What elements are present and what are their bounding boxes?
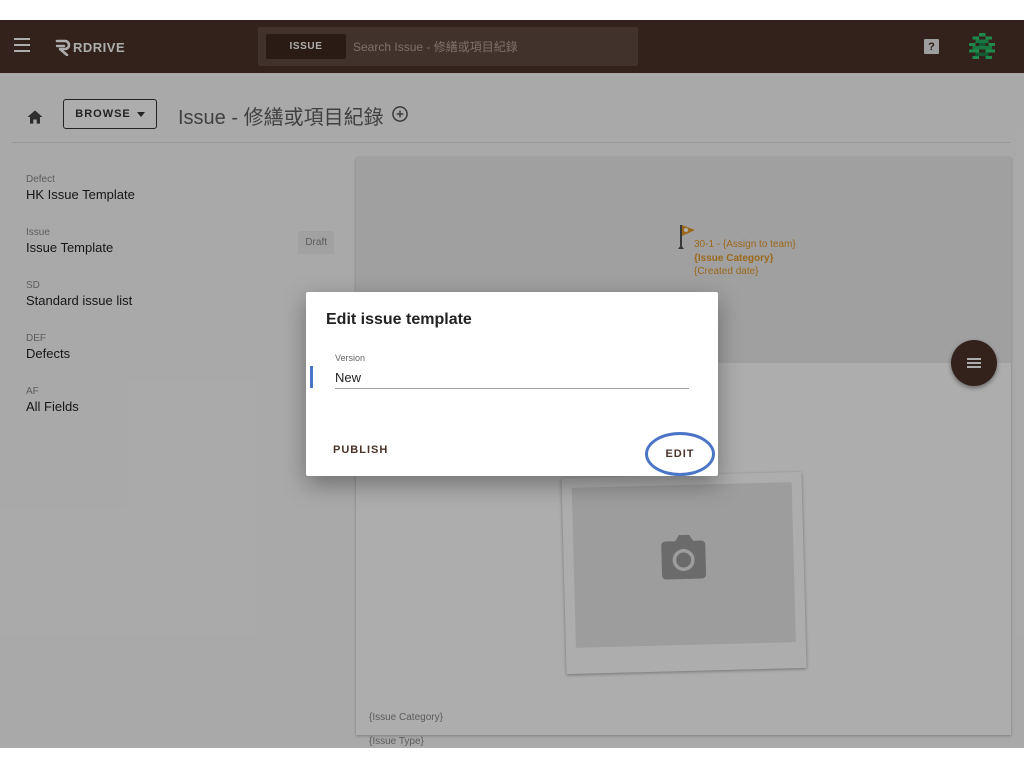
publish-button[interactable]: PUBLISH — [326, 440, 395, 460]
edit-button[interactable]: EDIT — [645, 432, 715, 476]
dialog-title: Edit issue template — [326, 311, 472, 328]
edit-template-dialog: Edit issue template Version PUBLISH EDIT — [306, 292, 718, 476]
app-window: RDRIVE ISSUE ? BROWSE Issue - 修繕或項目紀錄 — [0, 20, 1024, 748]
version-field[interactable] — [335, 366, 689, 389]
version-label: Version — [335, 353, 366, 363]
field-focus-indicator — [310, 366, 313, 388]
